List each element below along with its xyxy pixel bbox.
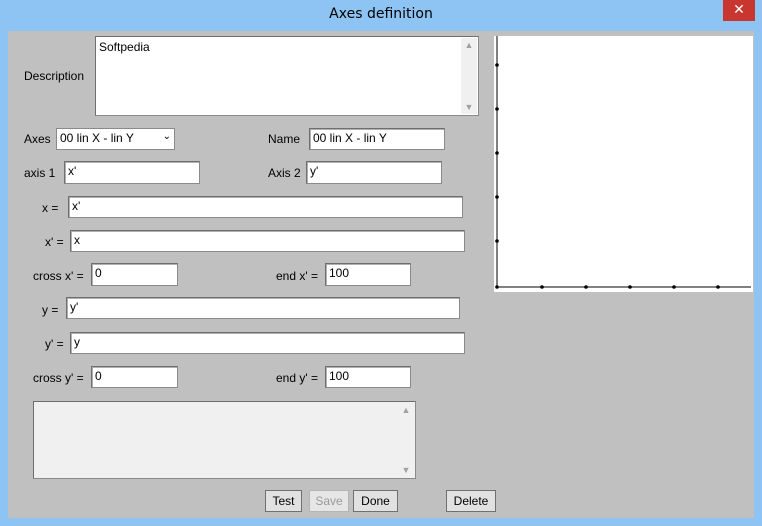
close-icon: ✕ [733,2,745,18]
x-tick [584,285,588,289]
y-equation-field[interactable]: y' [66,297,460,319]
delete-button[interactable]: Delete [446,490,496,512]
end-x-field[interactable]: 100 [325,263,411,286]
x-tick [716,285,720,289]
x-tick [672,285,676,289]
cross-y-field[interactable]: 0 [91,366,178,388]
yprime-equation-field[interactable]: y [70,332,465,354]
chevron-down-icon: ⌄ [162,131,171,142]
xprime-equation-field[interactable]: x [70,230,465,252]
end-y-field[interactable]: 100 [325,366,411,388]
description-scrollbar[interactable]: ▲ ▼ [461,38,477,114]
chevron-up-icon[interactable]: ▲ [398,403,414,417]
x-tick [540,285,544,289]
y-tick [495,107,499,111]
end-y-label: end y' = [276,371,318,385]
axes-selected-value: 00 lin X - lin Y [60,131,134,145]
axis1-label: axis 1 [24,166,56,180]
y-tick [495,151,499,155]
description-textarea[interactable]: Softpedia ▲ ▼ [95,36,479,116]
axis2-field[interactable]: y' [306,161,442,184]
chevron-down-icon[interactable]: ▼ [398,463,414,477]
name-field[interactable]: 00 lin X - lin Y [309,128,445,150]
test-button[interactable]: Test [265,490,302,512]
y-tick [495,239,499,243]
yprime-equation-label: y' = [45,337,64,351]
dialog-body: Description Softpedia ▲ ▼ Axes 00 lin X … [8,31,754,518]
end-x-label: end x' = [276,269,318,283]
name-label: Name [268,132,301,146]
x-tick [628,285,632,289]
x-equation-label: x = [42,201,59,215]
axes-preview-svg [495,36,751,289]
done-button[interactable]: Done [353,490,398,512]
cross-x-field[interactable]: 0 [91,263,178,286]
y-equation-label: y = [42,303,59,317]
axes-preview-plot [494,36,753,292]
chevron-down-icon[interactable]: ▼ [461,100,477,114]
y-tick [495,195,499,199]
notes-textarea[interactable]: ▲ ▼ [33,401,416,479]
origin-tick [495,285,499,289]
axis1-field[interactable]: x' [64,161,200,184]
axes-label: Axes [24,132,51,146]
y-tick [495,63,499,67]
xprime-equation-label: x' = [45,235,64,249]
save-button[interactable]: Save [309,490,349,512]
x-equation-field[interactable]: x' [68,196,463,218]
description-label: Description [24,69,85,83]
axes-definition-window: Axes definition ✕ Description Softpedia … [0,0,762,526]
title-bar[interactable]: Axes definition ✕ [0,0,762,30]
chevron-up-icon[interactable]: ▲ [461,38,477,52]
cross-x-label: cross x' = [33,269,84,283]
window-title: Axes definition [329,6,433,22]
axis2-label: Axis 2 [268,166,301,180]
axes-select[interactable]: 00 lin X - lin Y ⌄ [56,128,175,150]
close-button[interactable]: ✕ [723,0,755,21]
description-text: Softpedia [99,40,150,54]
notes-scrollbar[interactable]: ▲ ▼ [398,403,414,477]
cross-y-label: cross y' = [33,371,84,385]
